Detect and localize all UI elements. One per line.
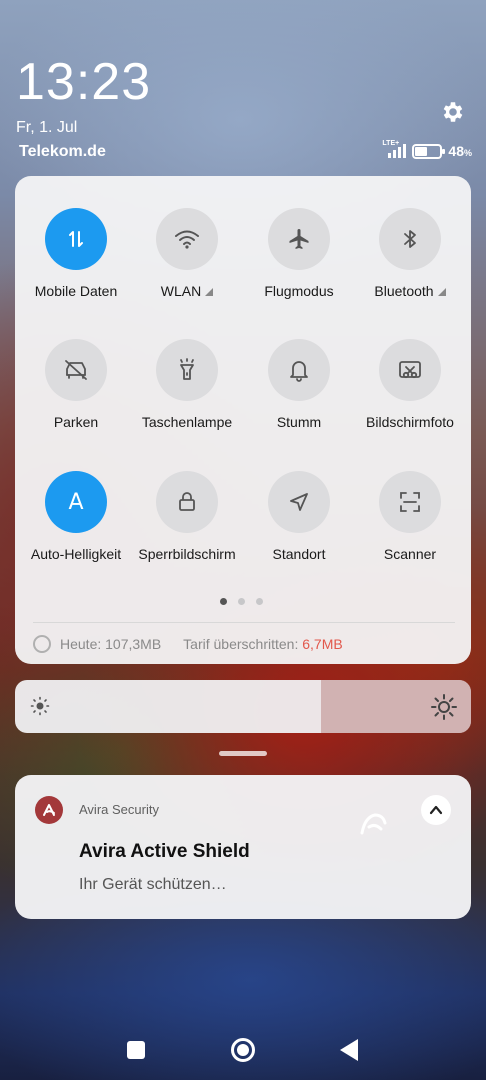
quick-tile-label: Bildschirmfoto — [366, 414, 454, 430]
quick-tile-label: Stumm — [276, 414, 322, 430]
divider — [33, 622, 455, 623]
quick-tile-button[interactable]: A — [45, 471, 107, 533]
quick-tile-bildschirmfoto[interactable]: Bildschirmfoto — [354, 339, 466, 430]
avira-logo-icon — [43, 804, 55, 816]
quick-tile-button[interactable] — [156, 208, 218, 270]
brightness-high-icon — [431, 694, 457, 720]
expand-triangle-icon — [437, 288, 446, 297]
quick-tile-parken[interactable]: Parken — [20, 339, 132, 430]
airplane-icon — [287, 227, 311, 251]
quick-settings-panel: Mobile Daten WLAN Flugmodus Bluetooth Parken… — [15, 176, 471, 664]
quick-tile-label: Auto-Helligkeit — [30, 546, 122, 562]
collapse-button[interactable] — [421, 795, 451, 825]
notification-app-name: Avira Security — [79, 802, 159, 817]
screenshot-icon — [397, 358, 423, 382]
quick-tile-label: Sperrbildschirm — [138, 546, 236, 562]
quick-tile-button[interactable] — [268, 208, 330, 270]
signal-icon: LTE+ — [382, 140, 407, 158]
chevron-up-icon — [429, 805, 443, 815]
avira-app-icon — [35, 796, 63, 824]
quick-tile-standort[interactable]: Standort — [243, 471, 355, 562]
tariff-label: Tarif überschritten: — [183, 636, 299, 652]
quick-tile-label: Taschenlampe — [141, 414, 233, 430]
quick-tile-stumm[interactable]: Stumm — [243, 339, 355, 430]
quick-tile-button[interactable] — [45, 208, 107, 270]
battery-icon — [412, 143, 446, 159]
back-button[interactable] — [340, 1039, 358, 1061]
avira-umbrella-icon — [360, 813, 387, 835]
quick-tile-flugmodus[interactable]: Flugmodus — [243, 208, 355, 299]
quick-tile-label: Standort — [272, 546, 326, 562]
quick-tile-button[interactable] — [156, 339, 218, 401]
drag-handle[interactable] — [219, 751, 267, 756]
data-usage-ring-icon — [33, 635, 51, 653]
expand-triangle-icon — [205, 288, 214, 297]
navigation-bar — [0, 1030, 486, 1070]
bluetooth-icon — [400, 228, 420, 250]
wifi-icon — [174, 228, 200, 250]
notification-title: Avira Active Shield — [79, 841, 250, 862]
quick-tile-button[interactable] — [379, 471, 441, 533]
brightness-slider[interactable] — [15, 680, 471, 733]
brightness-low-icon — [30, 696, 50, 716]
flashlight-icon — [177, 358, 197, 382]
network-type: LTE+ — [382, 140, 400, 147]
status-area: 13:23 Fr, 1. Jul Telekom.de LTE+ 48% — [0, 0, 486, 170]
location-icon — [288, 491, 310, 513]
quick-tile-bluetooth[interactable]: Bluetooth — [354, 208, 466, 299]
quick-tile-label: Mobile Daten — [34, 283, 118, 299]
auto-brightness-icon: A — [68, 489, 84, 515]
data-usage[interactable]: Heute: 107,3MB Tarif überschritten: 6,7M… — [33, 635, 343, 653]
recents-button[interactable] — [127, 1041, 145, 1059]
notification-text: Ihr Gerät schützen… — [79, 876, 227, 893]
page-dot[interactable] — [220, 598, 227, 605]
scanner-icon — [398, 490, 422, 514]
clock: 13:23 — [16, 53, 152, 111]
gear-icon[interactable] — [440, 99, 466, 125]
page-dot[interactable] — [238, 598, 245, 605]
quick-tile-label: WLAN — [131, 283, 243, 299]
quick-tile-button[interactable] — [268, 471, 330, 533]
quick-tile-button[interactable] — [379, 339, 441, 401]
page-dot[interactable] — [256, 598, 263, 605]
quick-tile-button[interactable] — [379, 208, 441, 270]
quick-tile-taschenlampe[interactable]: Taschenlampe — [131, 339, 243, 430]
notification-card[interactable]: Avira Security Avira Active Shield Ihr G… — [15, 775, 471, 919]
date: Fr, 1. Jul — [16, 119, 78, 136]
data-usage-today: Heute: 107,3MB — [60, 636, 162, 652]
parking-icon — [63, 358, 89, 382]
home-button[interactable] — [231, 1038, 255, 1062]
battery-fill — [415, 146, 427, 156]
quick-tile-button[interactable] — [156, 471, 218, 533]
quick-tile-label: Flugmodus — [264, 283, 334, 299]
bell-icon — [288, 358, 310, 382]
page-indicator — [220, 598, 263, 605]
carrier-name: Telekom.de — [19, 143, 106, 160]
quick-tile-scanner[interactable]: Scanner — [354, 471, 466, 562]
tariff-value: 6,7MB — [302, 636, 343, 652]
mobile-data-icon — [65, 228, 87, 250]
quick-tile-wlan[interactable]: WLAN — [131, 208, 243, 299]
quick-tile-label: Parken — [53, 414, 99, 430]
quick-tile-button[interactable] — [268, 339, 330, 401]
quick-tile-auto-helligkeit[interactable]: A Auto-Helligkeit — [20, 471, 132, 562]
lock-icon — [176, 490, 198, 514]
battery-percent: 48% — [448, 143, 472, 159]
quick-tile-sperrbildschirm[interactable]: Sperrbildschirm — [131, 471, 243, 562]
quick-tile-mobile-daten[interactable]: Mobile Daten — [20, 208, 132, 299]
system-icons: LTE+ 48% — [382, 140, 472, 161]
quick-tile-button[interactable] — [45, 339, 107, 401]
quick-tile-label: Scanner — [383, 546, 437, 562]
quick-tile-label: Bluetooth — [354, 283, 466, 299]
